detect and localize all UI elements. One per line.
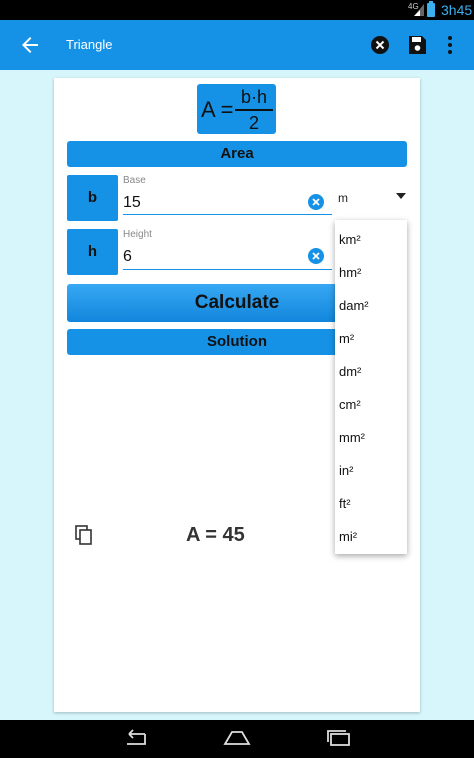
navigation-bar <box>0 720 474 758</box>
formula-lhs: A = <box>201 97 234 122</box>
page-title: Triangle <box>66 37 113 52</box>
unit-option[interactable]: dm² <box>339 364 361 379</box>
unit-option[interactable]: m² <box>339 331 354 346</box>
formula-box: A = b·h 2 <box>197 84 276 134</box>
copy-icon[interactable] <box>75 525 93 545</box>
recents-nav-icon[interactable] <box>324 728 354 748</box>
back-arrow-icon[interactable] <box>18 33 42 57</box>
result-text: A = 45 <box>186 524 245 546</box>
base-underline <box>123 214 332 215</box>
height-variable-box: h <box>67 229 118 275</box>
height-underline <box>123 269 332 270</box>
save-icon[interactable] <box>405 33 429 57</box>
app-bar: Triangle <box>0 20 474 70</box>
unit-option[interactable]: cm² <box>339 397 361 412</box>
height-input[interactable]: 6 <box>123 248 303 266</box>
unit-option[interactable]: km² <box>339 232 361 247</box>
height-label: Height <box>123 229 152 240</box>
home-nav-icon[interactable] <box>222 728 252 748</box>
unit-option[interactable]: hm² <box>339 265 361 280</box>
unit-option[interactable]: in² <box>339 463 353 478</box>
formula-fraction: b·h 2 <box>235 87 273 133</box>
status-time: 3h45 <box>441 2 473 18</box>
base-input[interactable]: 15 <box>123 194 303 212</box>
fraction-bar <box>235 109 273 111</box>
unit-option[interactable]: mm² <box>339 430 365 445</box>
more-options-icon[interactable] <box>438 33 462 57</box>
clear-base-icon[interactable] <box>307 193 325 211</box>
status-bar: 4G 3h45 <box>0 0 474 20</box>
clear-all-icon[interactable] <box>368 33 392 57</box>
base-variable-box: b <box>67 175 118 221</box>
unit-option[interactable]: mi² <box>339 529 357 544</box>
signal-icon <box>414 4 424 16</box>
formula-denominator: 2 <box>248 113 259 133</box>
clear-height-icon[interactable] <box>307 247 325 265</box>
unit-dropdown-menu: km² hm² dam² m² dm² cm² mm² in² ft² mi² <box>335 220 407 554</box>
battery-icon <box>427 1 435 17</box>
unit-option[interactable]: ft² <box>339 496 351 511</box>
base-label: Base <box>123 175 146 186</box>
area-header: Area <box>67 141 407 167</box>
back-nav-icon[interactable] <box>121 728 151 748</box>
formula-numerator: b·h <box>240 87 267 107</box>
unit-option[interactable]: dam² <box>339 298 369 313</box>
dropdown-arrow-icon[interactable] <box>396 193 406 199</box>
